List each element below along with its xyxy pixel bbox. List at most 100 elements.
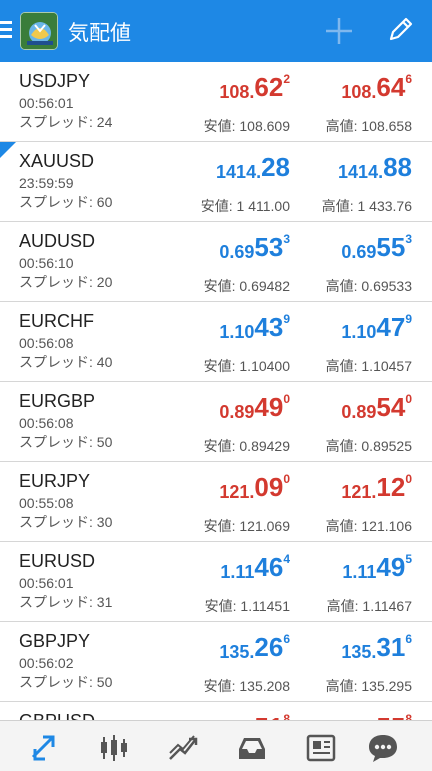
- ask-price[interactable]: 558: [376, 712, 412, 720]
- trade-nav-icon[interactable]: [166, 731, 200, 765]
- plus-icon: [326, 18, 352, 44]
- ask-price-small: 135.: [341, 642, 377, 662]
- ask-price[interactable]: 1.11 49 5: [342, 552, 412, 582]
- add-symbol-button[interactable]: [322, 14, 356, 48]
- ask-price[interactable]: 0.69 55 3: [341, 232, 412, 262]
- quote-row-eurusd[interactable]: EURUSD 00:56:01 スプレッド: 31 1.11 46 4 1.11 49 5 安値:…: [0, 542, 432, 622]
- chat-nav-icon[interactable]: [366, 731, 400, 765]
- quote-row-usdjpy[interactable]: USDJPY 00:56:01 スプレッド: 24 108. 62 2 108. 64 6 安値:…: [0, 62, 432, 142]
- quote-row-gbpusd[interactable]: GBPUSD518558: [0, 702, 432, 720]
- bid-price[interactable]: 1.10 43 9: [219, 312, 290, 342]
- ask-price[interactable]: 0.89 54 0: [341, 392, 412, 422]
- bid-price-sup: 2: [283, 72, 290, 86]
- bid-price-big: 26: [254, 632, 284, 662]
- low-price: 安値: 135.208: [203, 678, 290, 694]
- spread-value: スプレッド: 60: [19, 194, 113, 210]
- ask-price[interactable]: 1414. 88: [338, 152, 412, 182]
- bid-price[interactable]: 518: [254, 712, 290, 720]
- bid-price-small: 108.: [219, 82, 255, 102]
- quote-time: 00:56:02: [19, 655, 74, 671]
- symbol-name: GBPJPY: [19, 631, 91, 651]
- bid-price-big: 28: [261, 152, 290, 182]
- low-price: 安値: 1.11451: [204, 598, 290, 614]
- ask-price[interactable]: 135. 31 6: [341, 632, 412, 662]
- spread-value: スプレッド: 20: [19, 274, 113, 290]
- symbol-name: AUDUSD: [19, 231, 96, 251]
- high-price: 高値: 1 433.76: [321, 198, 412, 214]
- bid-price-sup: 4: [283, 552, 290, 566]
- quote-row-audusd[interactable]: AUDUSD 00:56:10 スプレッド: 20 0.69 53 3 0.69 55 3 安値:…: [0, 222, 432, 302]
- bid-price-sup: 8: [283, 712, 290, 720]
- symbol-name: GBPUSD: [19, 711, 95, 720]
- quote-row-eurgbp[interactable]: EURGBP 00:56:08 スプレッド: 50 0.89 49 0 0.89 54 0 安値:…: [0, 382, 432, 462]
- symbol-name: USDJPY: [19, 71, 91, 91]
- bid-price-small: 0.69: [219, 242, 255, 262]
- spread-value: スプレッド: 50: [19, 434, 113, 450]
- ask-price-big: 49: [376, 552, 406, 582]
- ask-price-sup: 3: [405, 232, 412, 246]
- bid-price[interactable]: 0.89 49 0: [219, 392, 290, 422]
- ask-price-small: 121.: [341, 482, 377, 502]
- low-price: 安値: 0.69482: [203, 278, 290, 294]
- top-app-bar: 気配値: [0, 0, 432, 62]
- bid-price-sup: 0: [283, 392, 290, 406]
- bid-price[interactable]: 135. 26 6: [219, 632, 290, 662]
- history-inbox-nav-icon[interactable]: [235, 731, 269, 765]
- ask-price-sup: 6: [405, 632, 412, 646]
- ask-price-big: 31: [376, 632, 406, 662]
- ask-price-sup: 0: [405, 472, 412, 486]
- bid-price-small: 1414.: [216, 162, 262, 182]
- quote-row-xauusd[interactable]: XAUUSD 23:59:59 スプレッド: 60 1414. 28 1414. 88 安値:…: [0, 142, 432, 222]
- high-price: 高値: 121.106: [325, 518, 412, 534]
- quote-row-gbpjpy[interactable]: GBPJPY 00:56:02 スプレッド: 50 135. 26 6 135. 31 6 安値:…: [0, 622, 432, 702]
- bid-price[interactable]: 121. 09 0: [219, 472, 290, 502]
- quote-row-eurjpy[interactable]: EURJPY 00:55:08 スプレッド: 30 121. 09 0 121. 12 0 安値:…: [0, 462, 432, 542]
- chart-candles-nav-icon[interactable]: [97, 731, 131, 765]
- high-price: 高値: 1.10457: [325, 358, 412, 374]
- high-price: 高値: 0.89525: [325, 438, 412, 454]
- ask-price-big: 55: [376, 712, 405, 720]
- symbol-name: EURJPY: [19, 471, 91, 491]
- low-price: 安値: 121.069: [203, 518, 290, 534]
- edit-button[interactable]: [384, 14, 416, 46]
- menu-icon[interactable]: [0, 21, 12, 41]
- page-title: 気配値: [68, 21, 131, 45]
- quote-time: 23:59:59: [19, 175, 74, 191]
- ask-price-sup: 5: [405, 552, 412, 566]
- low-price: 安値: 1 411.00: [200, 198, 290, 214]
- bid-price[interactable]: 108. 62 2: [219, 72, 290, 102]
- symbol-name: XAUUSD: [19, 151, 95, 171]
- quotes-list[interactable]: USDJPY 00:56:01 スプレッド: 24 108. 62 2 108. 64 6 安値:…: [0, 62, 432, 720]
- quote-time: 00:56:01: [19, 575, 74, 591]
- quote-time: 00:55:08: [19, 495, 74, 511]
- bid-price-small: 135.: [219, 642, 255, 662]
- ask-price-big: 12: [376, 472, 406, 502]
- ask-price[interactable]: 108. 64 6: [341, 72, 412, 102]
- metatrader-logo[interactable]: [20, 12, 58, 50]
- ask-price[interactable]: 1.10 47 9: [341, 312, 412, 342]
- bid-price-big: 51: [254, 712, 283, 720]
- ask-price-small: 0.69: [341, 242, 377, 262]
- spread-value: スプレッド: 24: [19, 114, 113, 130]
- ask-price-big: 64: [376, 72, 406, 102]
- ask-price-sup: 8: [405, 712, 412, 720]
- bid-price-big: 43: [254, 312, 284, 342]
- low-price: 安値: 1.10400: [203, 358, 290, 374]
- quote-time: 00:56:08: [19, 415, 74, 431]
- high-price: 高値: 1.11467: [326, 598, 412, 614]
- bottom-navigation: [0, 720, 432, 771]
- bid-price[interactable]: 0.69 53 3: [219, 232, 290, 262]
- spread-value: スプレッド: 50: [19, 674, 113, 690]
- quote-row-eurchf[interactable]: EURCHF 00:56:08 スプレッド: 40 1.10 43 9 1.10 47 9 安値:…: [0, 302, 432, 382]
- bid-price[interactable]: 1.11 46 4: [220, 552, 290, 582]
- bid-price[interactable]: 1414. 28: [216, 152, 290, 182]
- symbol-name: EURCHF: [19, 311, 94, 331]
- bid-price-small: 1.11: [220, 562, 255, 582]
- symbol-name: EURUSD: [19, 551, 96, 571]
- news-nav-icon[interactable]: [304, 731, 338, 765]
- bid-price-small: 0.89: [219, 402, 255, 422]
- ask-price-sup: 6: [405, 72, 412, 86]
- quotes-nav-icon[interactable]: [27, 731, 61, 765]
- ask-price[interactable]: 121. 12 0: [341, 472, 412, 502]
- low-price: 安値: 108.609: [203, 118, 290, 134]
